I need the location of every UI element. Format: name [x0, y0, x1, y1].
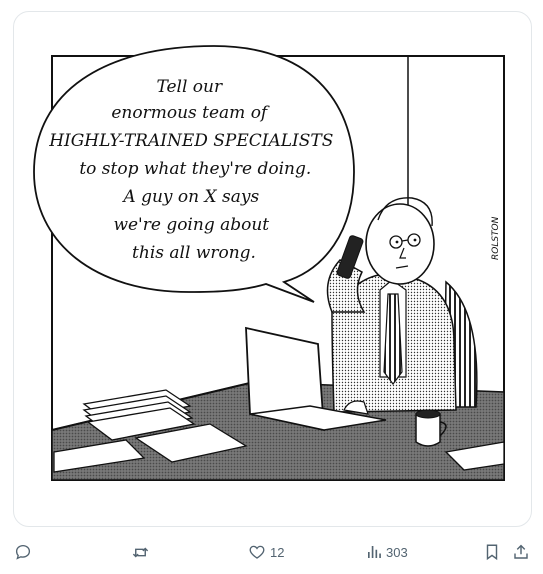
tweet-action-bar: 12 303 [0, 537, 543, 567]
views-icon [368, 546, 381, 558]
bookmark-icon [486, 544, 498, 561]
reply-button[interactable] [14, 537, 32, 567]
man-head [365, 203, 435, 285]
share-icon [514, 544, 528, 559]
cartoon-illustration: ROLSTON Tell our enormous team of HIGHLY… [33, 45, 505, 481]
views-count: 303 [386, 544, 408, 560]
speech-line: enormous team of [111, 103, 270, 123]
speech-line: A guy on X says [121, 187, 259, 207]
like-button[interactable]: 12 [248, 537, 284, 567]
heart-icon [249, 545, 265, 559]
artist-signature: ROLSTON [491, 216, 501, 260]
speech-line: HIGHLY-TRAINED SPECIALISTS [48, 131, 333, 151]
speech-line: Tell our [156, 77, 223, 97]
speech-line: we're going about [113, 215, 269, 235]
reply-icon [15, 544, 31, 560]
tweet-media-image[interactable]: ROLSTON Tell our enormous team of HIGHLY… [13, 11, 532, 527]
bookmark-button[interactable] [484, 537, 500, 567]
repost-button[interactable] [131, 537, 150, 567]
speech-line: to stop what they're doing. [79, 159, 311, 179]
views-button[interactable]: 303 [366, 537, 408, 567]
like-count: 12 [270, 544, 285, 560]
repost-icon [132, 547, 149, 557]
speech-line: this all wrong. [132, 243, 256, 263]
share-button[interactable] [512, 537, 530, 567]
